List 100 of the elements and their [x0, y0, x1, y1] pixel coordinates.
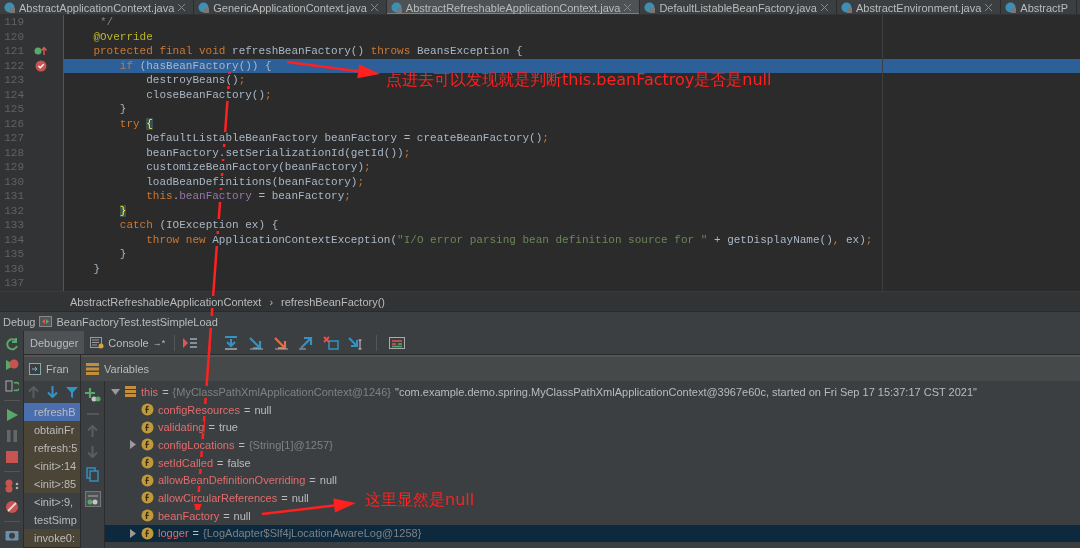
step-over-icon[interactable]: [223, 335, 240, 350]
variable-name: beanFactory: [158, 509, 220, 522]
stack-frame[interactable]: testSimp: [24, 511, 80, 529]
object-icon: [124, 385, 137, 399]
close-icon[interactable]: [178, 4, 186, 11]
close-icon[interactable]: [985, 4, 993, 11]
expand-arrow-icon[interactable]: [128, 528, 137, 538]
field-icon: [141, 403, 154, 417]
stack-frame[interactable]: <init>:85: [24, 475, 80, 493]
breakpoint-resume-icon[interactable]: [4, 358, 19, 372]
field-icon: [141, 420, 154, 434]
breadcrumb-item[interactable]: refreshBeanFactory(): [281, 295, 385, 308]
close-icon[interactable]: [821, 4, 828, 11]
stop-icon[interactable]: [4, 450, 19, 464]
evaluate-icon[interactable]: [389, 335, 406, 350]
variable-name: allowBeanDefinitionOverriding: [158, 474, 306, 487]
stack-frame[interactable]: refresh:5: [24, 439, 80, 457]
frames-header[interactable]: Fran: [46, 363, 69, 375]
field-icon: [141, 438, 154, 452]
java-class-icon: [841, 2, 852, 13]
add-watch-icon[interactable]: [84, 387, 101, 403]
debugger-tab[interactable]: Console →*: [84, 331, 172, 354]
show-execution-point-icon[interactable]: [182, 335, 199, 350]
watches-icon[interactable]: [84, 491, 101, 507]
field-icon: [141, 509, 154, 523]
filter-icon[interactable]: [66, 386, 78, 398]
mute-breakpoints-icon[interactable]: [4, 500, 19, 514]
close-icon[interactable]: [624, 4, 632, 11]
variable-value: null: [319, 474, 337, 487]
breadcrumb-item[interactable]: AbstractRefreshableApplicationContext: [70, 295, 262, 308]
tool-window-title: Debug: [3, 315, 36, 328]
force-step-into-icon[interactable]: [273, 335, 290, 350]
annotation-text: 点进去可以发现就是判断this.beanFactroy是否是null: [386, 70, 772, 91]
debugger-tab[interactable]: Debugger: [24, 331, 85, 354]
restore-layout-icon[interactable]: [4, 379, 19, 393]
stack-frame[interactable]: <init>:9,: [24, 493, 80, 511]
variable-name: configLocations: [158, 438, 235, 451]
code-text: protected final void refreshBeanFactory() throws BeansException {: [93, 45, 523, 58]
variable-name: validating: [158, 421, 205, 434]
code-text: beanFactory.setSerializationId(getId());: [146, 146, 411, 159]
variable-value: false: [227, 456, 251, 469]
code-text: DefaultListableBeanFactory beanFactory = createBeanFactory();: [146, 132, 549, 145]
code-text: try {: [119, 117, 153, 130]
editor-tab[interactable]: AbstractRefreshableApplicationContext.java: [386, 0, 641, 14]
variable-name: setIdCalled: [158, 456, 214, 469]
object-reference: {LogAdapter$Slf4jLocationAwareLog@1258}: [203, 527, 422, 540]
run-to-cursor-icon[interactable]: [348, 335, 365, 350]
rerun-icon[interactable]: [4, 337, 19, 351]
close-icon[interactable]: [370, 4, 378, 11]
step-out-icon[interactable]: [298, 335, 315, 350]
field-icon: [141, 491, 154, 505]
camera-icon[interactable]: [4, 529, 19, 541]
copy-icon[interactable]: [86, 467, 99, 482]
field-icon: [141, 526, 154, 540]
java-class-icon: [198, 2, 210, 13]
variable-name: allowCircularReferences: [158, 491, 278, 504]
breakpoint-icon[interactable]: [35, 59, 47, 72]
field-icon: [141, 473, 154, 487]
code-text: if (hasBeanFactory()) {: [119, 59, 272, 72]
java-class-icon: [390, 2, 402, 13]
stack-frame[interactable]: invoke0:: [24, 529, 80, 547]
variable-value: true: [218, 421, 238, 434]
console-icon: [90, 336, 105, 349]
code-text: throw new ApplicationContextException("I/O error parsing bean definition source for " + getDisplayName(), ex);: [146, 233, 873, 246]
code-text: }: [119, 103, 127, 116]
stack-frame[interactable]: <init>:14: [24, 457, 80, 475]
java-class-icon: [644, 2, 656, 13]
drop-frame-icon[interactable]: [323, 335, 340, 350]
variable-name: logger: [158, 527, 189, 540]
selected-variable-row[interactable]: logger = {LogAdapter$Slf4jLocationAwareLog@1258}: [105, 524, 1080, 543]
run-configuration-name[interactable]: BeanFactoryTest.testSimpleLoad: [56, 315, 218, 328]
stack-frame[interactable]: obtainFr: [24, 421, 80, 439]
variable-name: this: [141, 385, 159, 398]
variables-header: Variables: [104, 363, 150, 375]
java-class-icon: [1005, 2, 1017, 13]
code-text: }: [119, 248, 127, 261]
variable-name: configResources: [158, 403, 240, 416]
pin-icon[interactable]: →*: [152, 337, 166, 348]
java-class-icon: [4, 2, 15, 13]
breakpoints-icon[interactable]: [3, 479, 20, 493]
pause-icon[interactable]: [4, 429, 19, 443]
code-text: }: [119, 204, 127, 217]
frames-icon: [29, 363, 41, 375]
expand-arrow-icon[interactable]: [128, 440, 137, 450]
object-reference: {String[1]@1257}: [248, 438, 333, 451]
code-text: closeBeanFactory();: [146, 88, 272, 101]
code-text: this.beanFactory = beanFactory;: [146, 190, 351, 203]
resume-icon[interactable]: [4, 408, 19, 422]
override-icon[interactable]: [34, 46, 48, 57]
run-config-icon: [39, 316, 53, 327]
variable-value: null: [233, 509, 251, 522]
variable-value: "com.example.demo.spring.MyClassPathXmlApplicationContext@3967e60c, started on Fri Sep 17 15:37:17 CST 2021": [395, 385, 977, 398]
variables-icon: [86, 363, 99, 375]
variable-value: null: [254, 403, 272, 416]
variable-value: null: [291, 491, 309, 504]
expand-arrow-icon[interactable]: [111, 387, 120, 397]
down-arrow-icon[interactable]: [47, 386, 58, 398]
step-into-icon[interactable]: [248, 335, 265, 350]
code-text: catch (IOException ex) {: [119, 219, 279, 232]
object-reference: {MyClassPathXmlApplicationContext@1246}: [172, 385, 391, 398]
